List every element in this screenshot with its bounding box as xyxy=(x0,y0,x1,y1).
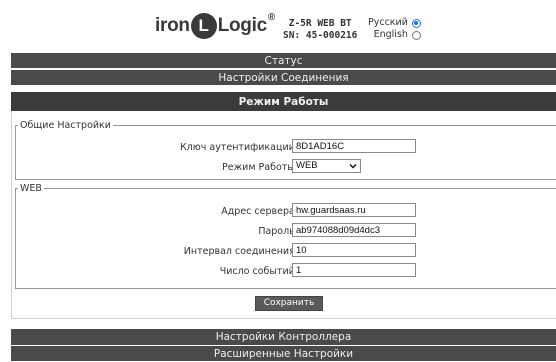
save-button[interactable]: Сохранить xyxy=(255,296,323,311)
logo-text-logic: Logic xyxy=(217,15,267,36)
password-label: Пароль: xyxy=(258,226,298,237)
registered-mark: ® xyxy=(267,11,276,23)
server-address-label: Адрес сервера: xyxy=(221,206,298,217)
lang-en-label: English xyxy=(373,29,408,40)
events-count-label: Число событий: xyxy=(219,266,298,277)
web-settings-legend: WEB xyxy=(20,183,42,194)
lang-en-radio[interactable] xyxy=(411,30,421,40)
events-count-input[interactable] xyxy=(292,263,416,277)
work-mode-panel: Общие Настройки Ключ аутентификации: Реж… xyxy=(11,111,556,319)
lang-ru-label: Русский xyxy=(368,17,408,28)
ironlogic-logo: iron L Logic ® xyxy=(155,11,275,41)
lang-option-ru[interactable]: Русский xyxy=(368,17,421,29)
auth-key-label: Ключ аутентификации: xyxy=(179,142,298,153)
auth-key-input[interactable] xyxy=(292,139,416,153)
connection-interval-label: Интервал соединения: xyxy=(183,246,298,257)
nav-connection-settings[interactable]: Настройки Соединения xyxy=(11,70,556,86)
device-model: Z-5R WEB BT xyxy=(288,18,352,29)
work-mode-value: WEB xyxy=(296,160,318,171)
device-info: Z-5R WEB BT SN: 45-000216 xyxy=(283,18,357,42)
nav-advanced-settings[interactable]: Расширенные Настройки xyxy=(11,346,556,362)
connection-interval-input[interactable] xyxy=(292,243,416,257)
logo-text-iron: iron xyxy=(155,15,190,36)
server-address-input[interactable] xyxy=(292,203,416,217)
password-input[interactable] xyxy=(292,223,416,237)
work-mode-select[interactable]: WEB xyxy=(292,159,361,173)
nav-work-mode[interactable]: Режим Работы xyxy=(11,92,556,112)
logo-mark: L xyxy=(190,13,217,39)
device-serial: SN: 45-000216 xyxy=(283,30,358,41)
nav-controller-settings[interactable]: Настройки Контроллера xyxy=(11,329,556,346)
language-selector: Русский English xyxy=(368,17,421,41)
nav-status[interactable]: Статус xyxy=(11,53,556,69)
lang-ru-radio[interactable] xyxy=(411,18,421,28)
general-settings-legend: Общие Настройки xyxy=(20,120,111,131)
header: iron L Logic ® Z-5R WEB BT SN: 45-000216… xyxy=(0,0,556,50)
work-mode-label: Режим Работы: xyxy=(222,162,298,173)
chevron-down-icon xyxy=(349,164,357,169)
lang-option-en[interactable]: English xyxy=(368,29,421,41)
